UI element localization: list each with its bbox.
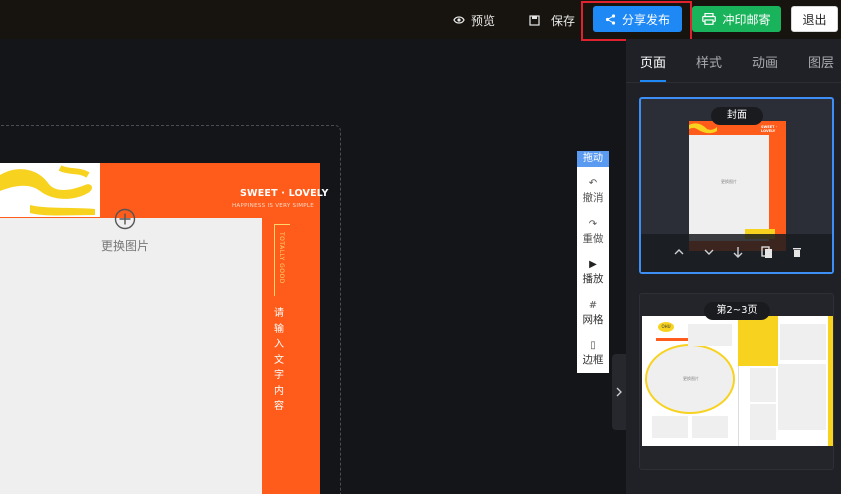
- share-publish-button[interactable]: 分享发布: [593, 6, 682, 32]
- tab-animation[interactable]: 动画: [752, 52, 778, 71]
- spread-photo-right-1: [780, 324, 826, 360]
- page-card-cover[interactable]: 更换图片 SWEET · LOVELY 封面: [639, 97, 834, 274]
- vtext-char: 请: [274, 308, 284, 319]
- spread-yellow-block: [738, 316, 778, 366]
- spread-photo-small: [688, 324, 732, 346]
- play-icon: ▶: [589, 259, 597, 270]
- spread-photo-right-4: [750, 404, 776, 440]
- trash-icon[interactable]: [790, 245, 804, 259]
- vtext-char: 内: [274, 385, 284, 397]
- chevron-up-icon[interactable]: [672, 245, 686, 259]
- undo-label: 撤消: [582, 192, 604, 204]
- exit-button[interactable]: 退出: [791, 6, 838, 32]
- redo-label: 重做: [582, 233, 604, 245]
- tab-layers[interactable]: 图层: [808, 52, 834, 71]
- spread-photo-right-3: [778, 364, 826, 430]
- spread-badge: OHU: [658, 322, 674, 332]
- exit-label: 退出: [802, 12, 827, 27]
- page-actions-bar: [641, 234, 832, 272]
- grid-label: 网格: [582, 314, 604, 326]
- preview-label: 预览: [471, 13, 496, 28]
- eye-icon: [453, 16, 465, 24]
- spread-yellow-edge: [828, 316, 833, 446]
- floating-toolbar: 拖动 ↶ 撤消 ↷ 重做 ▶ 播放 # 网格 ▯ 边框: [577, 151, 609, 373]
- undo-icon: ↶: [588, 178, 598, 189]
- active-tab-indicator: [640, 80, 666, 82]
- border-icon: ▯: [590, 340, 596, 351]
- border-label: 边框: [582, 354, 604, 366]
- save-button[interactable]: 保存: [529, 10, 575, 30]
- play-button[interactable]: ▶ 播放: [577, 258, 609, 286]
- cover-thumb-brand: SWEET · LOVELY: [761, 125, 778, 133]
- copy-icon[interactable]: [760, 245, 774, 259]
- replace-photo-label[interactable]: 更换图片: [78, 237, 172, 254]
- panel-collapse-toggle[interactable]: [612, 354, 626, 430]
- tab-pages[interactable]: 页面: [640, 52, 666, 71]
- chevron-down-icon[interactable]: [702, 245, 716, 259]
- grid-button[interactable]: # 网格: [577, 299, 609, 327]
- printer-icon: [702, 13, 717, 25]
- spread-thumbnail: OHU 更换图片: [642, 316, 833, 446]
- save-icon: [529, 14, 540, 26]
- bracket-text: TOTALLY GOOD: [278, 232, 285, 284]
- arrow-down-icon[interactable]: [731, 245, 745, 259]
- spread-photo-bottom-2: [692, 416, 728, 438]
- page-label-2-3: 第2~3页: [704, 302, 770, 320]
- vtext-char: 容: [274, 401, 284, 412]
- border-button[interactable]: ▯ 边框: [577, 339, 609, 367]
- brand-subtitle: HAPPINESS IS VERY SIMPLE: [232, 203, 315, 209]
- right-panel: 页面 样式 动画 图层 更换图片 SWEET · LOVELY 封面 OHU 更…: [626, 39, 841, 494]
- panel-tabs: 页面 样式 动画 图层: [626, 39, 841, 83]
- drag-handle[interactable]: 拖动: [577, 151, 609, 167]
- add-circle-icon[interactable]: [114, 208, 136, 230]
- vtext-char: 输: [274, 323, 284, 335]
- cover-thumb-photo: [689, 135, 769, 241]
- spread-photo-label: 更换图片: [683, 376, 699, 381]
- yellow-brush-decoration: [0, 165, 95, 216]
- redo-icon: ↷: [588, 219, 598, 230]
- chevron-right-icon: [616, 387, 622, 397]
- page-card-2-3[interactable]: OHU 更换图片 第2~3页: [639, 293, 834, 470]
- design-page[interactable]: [0, 163, 320, 494]
- print-label: 冲印邮寄: [722, 12, 771, 27]
- spread-photo-bottom-1: [652, 416, 688, 438]
- photo-placeholder[interactable]: [0, 218, 262, 494]
- top-bar: 预览 保存 分享发布 冲印邮寄 退出: [0, 0, 841, 41]
- redo-button[interactable]: ↷ 重做: [577, 218, 609, 246]
- vtext-char: 字: [274, 370, 284, 381]
- undo-button[interactable]: ↶ 撤消: [577, 177, 609, 205]
- cover-thumb-photo-label: 更换图片: [721, 179, 737, 184]
- vtext-char: 入: [274, 339, 284, 350]
- spread-photo-right-2: [750, 368, 776, 402]
- share-label: 分享发布: [621, 12, 670, 27]
- preview-button[interactable]: 预览: [453, 10, 495, 30]
- page-label-cover: 封面: [711, 107, 763, 125]
- share-icon: [605, 13, 616, 25]
- grid-icon: #: [588, 300, 598, 311]
- tab-styles[interactable]: 样式: [696, 52, 722, 71]
- play-label: 播放: [582, 273, 604, 285]
- brand-title: SWEET · LOVELY: [240, 188, 329, 199]
- vtext-char: 文: [274, 354, 284, 366]
- save-label: 保存: [551, 13, 576, 28]
- cover-thumbnail: 更换图片 SWEET · LOVELY: [689, 121, 786, 251]
- vertical-text-placeholder[interactable]: 请 输 入 文 字 内 容: [273, 306, 285, 415]
- print-mail-button[interactable]: 冲印邮寄: [692, 6, 781, 32]
